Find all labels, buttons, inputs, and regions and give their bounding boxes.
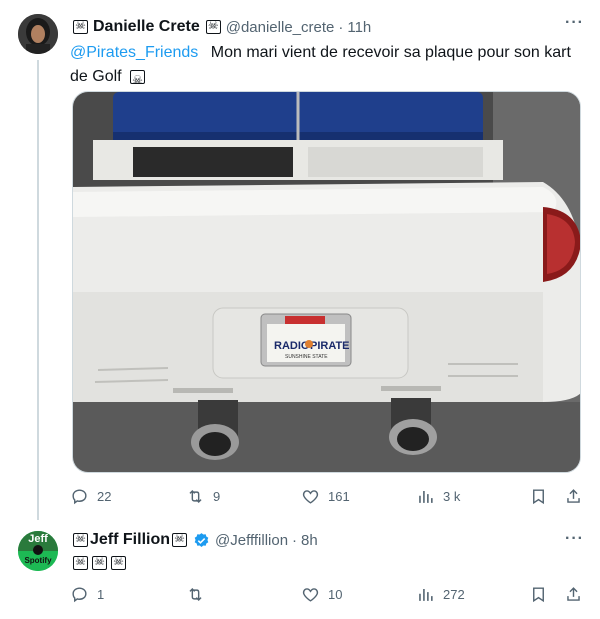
author-handle[interactable]: @danielle_crete	[226, 19, 335, 36]
skull-flag-icon	[111, 554, 126, 570]
skull-flag-icon	[130, 68, 146, 92]
views-button[interactable]: 272	[416, 585, 465, 604]
avatar-text-bottom: Spotify	[24, 556, 52, 565]
heart-icon	[302, 490, 319, 504]
verified-badge-icon	[194, 532, 209, 547]
reply-button[interactable]: 1	[70, 585, 104, 604]
retweet-button[interactable]	[186, 585, 213, 604]
author-name[interactable]: Danielle Crete	[93, 18, 200, 36]
skull-flag-icon	[172, 531, 187, 547]
plate-text-bottom: SUNSHINE STATE	[285, 354, 328, 360]
timestamp[interactable]: 11h	[347, 19, 371, 36]
views-button[interactable]: 3 k	[416, 487, 460, 506]
share-button[interactable]	[564, 585, 591, 604]
retweet-icon	[189, 587, 202, 602]
reply-count: 1	[97, 587, 105, 602]
retweet-count: 9	[213, 489, 221, 504]
tweet-header: Danielle Crete @danielle_crete · 11h	[73, 17, 371, 37]
author-name[interactable]: Jeff Fillion	[90, 531, 170, 549]
skull-flag-icon	[92, 554, 107, 570]
like-count: 10	[328, 587, 343, 602]
views-icon	[419, 490, 433, 503]
reply-button[interactable]: 22	[70, 487, 111, 506]
like-count: 161	[328, 489, 350, 504]
tweet-actions: 1 10 272	[70, 585, 585, 607]
bookmark-icon	[533, 587, 544, 603]
bookmark-icon	[533, 489, 544, 505]
heart-icon	[302, 588, 319, 602]
tweet-actions: 22 9 161 3 k	[70, 487, 585, 509]
bookmark-button[interactable]	[529, 487, 556, 506]
bookmark-button[interactable]	[529, 585, 556, 604]
separator-dot: ·	[292, 531, 298, 549]
timestamp[interactable]: 8h	[301, 532, 318, 549]
views-icon	[419, 588, 433, 601]
tweet-text: @Pirates_Friends Mon mari vient de recev…	[70, 41, 585, 92]
view-count: 272	[443, 587, 465, 602]
mention-link[interactable]: @Pirates_Friends	[70, 44, 198, 61]
like-button[interactable]: 161	[301, 487, 350, 506]
thread-line	[37, 60, 39, 520]
share-icon	[567, 587, 580, 601]
retweet-button[interactable]: 9	[186, 487, 220, 506]
view-count: 3 k	[443, 489, 461, 504]
avatar[interactable]	[18, 14, 58, 54]
like-button[interactable]: 10	[301, 585, 342, 604]
plate-text-left: RADIO	[274, 340, 310, 352]
tweet-text	[73, 554, 126, 571]
skull-flag-icon	[73, 531, 88, 547]
plate-text-right: PIRATE	[310, 340, 350, 352]
more-icon[interactable]: ···	[565, 14, 584, 32]
separator-dot: ·	[338, 18, 344, 36]
avatar-text-top: Jeff	[28, 533, 48, 545]
more-icon[interactable]: ···	[565, 530, 584, 548]
skull-flag-icon	[73, 18, 88, 34]
share-button[interactable]	[564, 487, 591, 506]
tweet-header: Jeff Fillion @Jefffillion · 8h	[73, 530, 318, 550]
avatar[interactable]: Jeff Spotify	[18, 531, 58, 571]
reply-icon	[72, 489, 87, 505]
share-icon	[567, 489, 580, 503]
skull-flag-icon	[73, 554, 88, 570]
author-handle[interactable]: @Jefffillion	[215, 532, 288, 549]
tweet-photo[interactable]: RADIO PIRATE SUNSHINE STATE	[72, 91, 581, 473]
skull-flag-icon	[205, 18, 221, 34]
retweet-icon	[189, 489, 202, 504]
reply-count: 22	[97, 489, 112, 504]
reply-icon	[72, 587, 87, 603]
